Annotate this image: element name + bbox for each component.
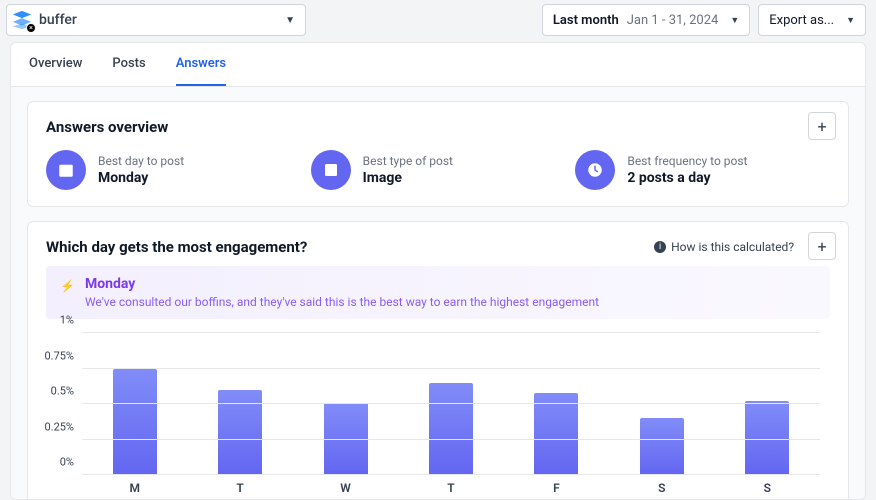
card-title: Which day gets the most engagement? (46, 238, 307, 256)
metric-best-type: Best type of post Image (311, 150, 566, 190)
y-tick-label: 0.75% (44, 349, 74, 362)
add-button[interactable]: + (808, 232, 836, 260)
metric-label: Best day to post (98, 154, 184, 168)
how-calculated-label: How is this calculated? (671, 240, 794, 254)
add-button[interactable]: + (808, 112, 836, 140)
bolt-icon: ⚡ (60, 279, 75, 293)
caret-down-icon: ▼ (285, 15, 295, 26)
tab-bar: Overview Posts Answers (11, 43, 865, 87)
highlight-banner: ⚡ Monday We've consulted our boffins, an… (46, 266, 830, 319)
x-axis-labels: MTWTFSS (82, 481, 820, 495)
bar[interactable] (638, 418, 686, 475)
main-panel: Overview Posts Answers + Answers overvie… (10, 42, 866, 500)
grid-line (82, 332, 820, 333)
metric-label: Best frequency to post (627, 154, 747, 168)
bars-container (82, 333, 820, 475)
caret-down-icon: ▼ (846, 15, 855, 26)
clock-icon (575, 150, 615, 190)
top-bar: buffer ▼ Last month Jan 1 - 31, 2024 ▼ E… (0, 0, 876, 40)
x-tick-label: T (216, 481, 264, 495)
grid-line (82, 439, 820, 440)
x-tick-label: T (427, 481, 475, 495)
y-tick-label: 1% (60, 314, 74, 327)
y-tick-label: 0% (60, 456, 74, 469)
date-range-selector[interactable]: Last month Jan 1 - 31, 2024 ▼ (542, 4, 750, 36)
answers-overview-card: + Answers overview Best day to post Mond… (27, 101, 849, 207)
highlight-day: Monday (85, 276, 599, 292)
bar[interactable] (427, 383, 475, 475)
x-tick-label: F (532, 481, 580, 495)
y-tick-label: 0.25% (44, 420, 74, 433)
app-selector-name: buffer (39, 12, 77, 28)
how-calculated-link[interactable]: i How is this calculated? (654, 240, 794, 254)
grid-line (82, 474, 820, 475)
card-title: Answers overview (46, 118, 830, 136)
engagement-bar-chart: MTWTFSS 0%0.25%0.5%0.75%1% (82, 333, 820, 493)
x-tick-label: S (743, 481, 791, 495)
tab-posts[interactable]: Posts (112, 43, 145, 86)
grid-line (82, 403, 820, 404)
x-tick-label: M (111, 481, 159, 495)
image-icon (311, 150, 351, 190)
metric-value: Image (363, 170, 453, 186)
scroll-area[interactable]: Overview Posts Answers + Answers overvie… (11, 43, 865, 499)
x-tick-label: W (322, 481, 370, 495)
engagement-card: + Which day gets the most engagement? i … (27, 221, 849, 499)
metric-best-frequency: Best frequency to post 2 posts a day (575, 150, 830, 190)
date-range-value: Jan 1 - 31, 2024 (627, 13, 719, 28)
metric-value: 2 posts a day (627, 170, 747, 186)
buffer-logo-icon (11, 9, 33, 31)
metric-value: Monday (98, 170, 184, 186)
export-button[interactable]: Export as... ▼ (758, 4, 866, 36)
tab-answers[interactable]: Answers (176, 43, 226, 86)
grid-line (82, 368, 820, 369)
app-selector[interactable]: buffer ▼ (6, 4, 306, 36)
bar[interactable] (111, 369, 159, 476)
bar[interactable] (532, 393, 580, 475)
y-tick-label: 0.5% (51, 385, 74, 398)
tab-overview[interactable]: Overview (29, 43, 82, 86)
date-range-label: Last month (553, 13, 619, 28)
export-label: Export as... (769, 13, 834, 28)
x-tick-label: S (638, 481, 686, 495)
caret-down-icon: ▼ (730, 15, 739, 26)
calendar-icon (46, 150, 86, 190)
metric-label: Best type of post (363, 154, 453, 168)
metric-best-day: Best day to post Monday (46, 150, 301, 190)
info-icon: i (654, 241, 666, 253)
highlight-subtitle: We've consulted our boffins, and they've… (85, 295, 599, 309)
